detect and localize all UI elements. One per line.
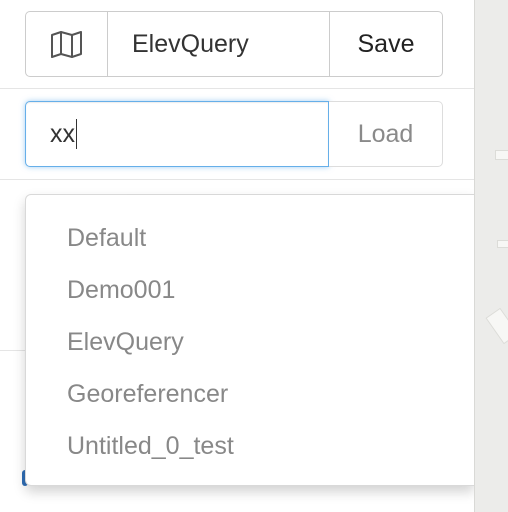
- config-panel: ElevQuery Save xx Load Default Demo001 E…: [0, 0, 474, 512]
- save-button[interactable]: Save: [330, 12, 442, 76]
- map-road: [497, 240, 508, 248]
- load-name-input-value: xx: [50, 119, 75, 148]
- load-name-input[interactable]: xx: [25, 101, 329, 167]
- map-icon: [50, 31, 82, 58]
- text-caret: [76, 119, 77, 149]
- map-view[interactable]: [474, 0, 508, 512]
- map-road: [495, 150, 508, 160]
- map-button[interactable]: [26, 12, 108, 76]
- dropdown-item-default[interactable]: Default: [26, 212, 474, 264]
- divider: [0, 88, 474, 89]
- dropdown-item-demo001[interactable]: Demo001: [26, 264, 474, 316]
- load-button[interactable]: Load: [329, 101, 443, 167]
- dropdown-item-untitled-0-test[interactable]: Untitled_0_test: [26, 420, 474, 472]
- config-toolbar: ElevQuery Save: [25, 11, 443, 77]
- dropdown-item-georeferencer[interactable]: Georeferencer: [26, 368, 474, 420]
- map-road: [485, 307, 508, 345]
- dropdown-item-elevquery[interactable]: ElevQuery: [26, 316, 474, 368]
- current-config-name: ElevQuery: [108, 12, 330, 76]
- divider: [0, 179, 474, 180]
- config-dropdown-menu: Default Demo001 ElevQuery Georeferencer …: [25, 194, 474, 486]
